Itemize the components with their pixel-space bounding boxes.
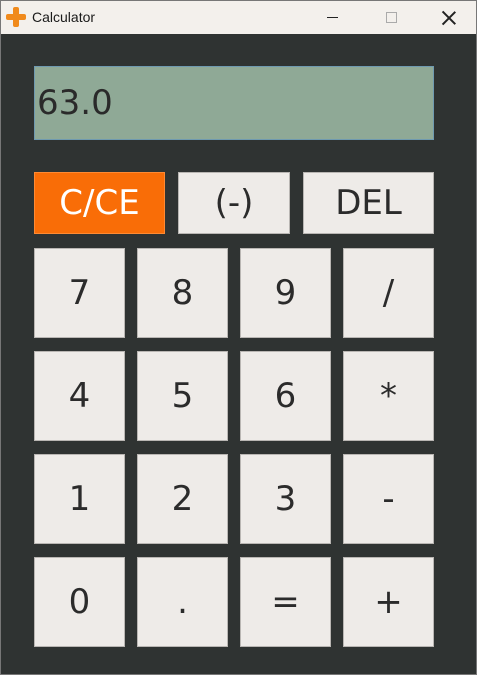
digit-6-button[interactable]: 6 [240,351,331,441]
digit-1-button[interactable]: 1 [34,454,125,544]
decimal-button[interactable]: . [137,557,228,647]
window-title: Calculator [32,9,96,25]
digit-8-button[interactable]: 8 [137,248,228,338]
title-bar[interactable]: Calculator [1,1,476,34]
calculator-window: Calculator 63.0 C/CE (-) DEL 7 8 9 / 4 5… [0,0,477,675]
add-button[interactable]: + [343,557,434,647]
multiply-button[interactable]: * [343,351,434,441]
maximize-button[interactable] [363,1,419,34]
digit-3-button[interactable]: 3 [240,454,331,544]
digit-5-button[interactable]: 5 [137,351,228,441]
minimize-button[interactable] [304,1,360,34]
delete-button[interactable]: DEL [303,172,434,234]
digit-0-button[interactable]: 0 [34,557,125,647]
close-button[interactable] [421,1,477,34]
digit-2-button[interactable]: 2 [137,454,228,544]
digit-4-button[interactable]: 4 [34,351,125,441]
maximize-icon [385,12,397,23]
app-plus-icon [6,7,26,27]
digit-9-button[interactable]: 9 [240,248,331,338]
digit-7-button[interactable]: 7 [34,248,125,338]
divide-button[interactable]: / [343,248,434,338]
clear-button[interactable]: C/CE [34,172,165,234]
equals-button[interactable]: = [240,557,331,647]
subtract-button[interactable]: - [343,454,434,544]
close-icon [442,11,456,25]
negate-button[interactable]: (-) [178,172,290,234]
result-display: 63.0 [34,66,434,140]
minimize-icon [326,17,338,18]
